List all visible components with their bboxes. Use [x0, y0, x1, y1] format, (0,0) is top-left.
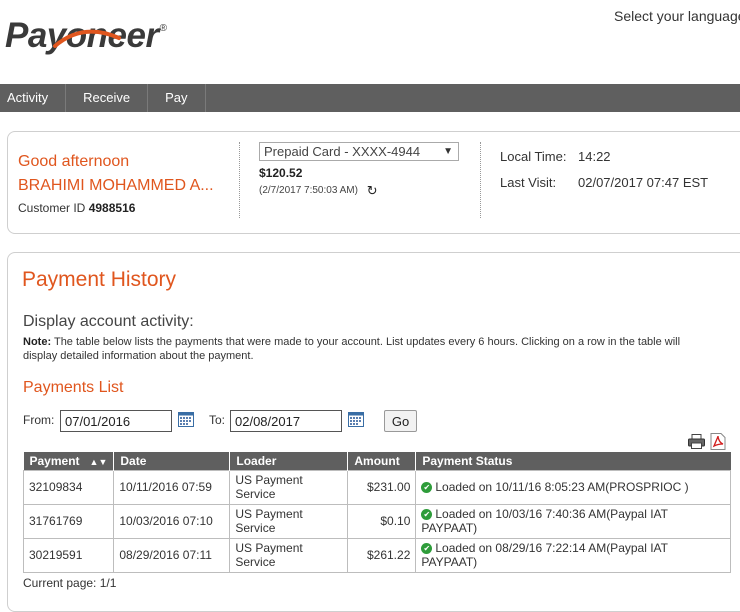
- column-header-payment[interactable]: Payment ▲▼: [23, 452, 115, 470]
- column-header-date[interactable]: Date: [113, 452, 231, 470]
- balance-timestamp: (2/7/2017 7:50:03 AM) ↻: [259, 183, 378, 199]
- nav-item-receive[interactable]: Receive: [66, 84, 149, 112]
- payment-status[interactable]: ✔ Loaded on 08/29/16 7:22:14 AM(Paypal IA…: [415, 537, 731, 573]
- payment-status[interactable]: ✔ Loaded on 10/11/16 8:05:23 AM(PROSPRIOC…: [415, 469, 731, 505]
- status-text: Loaded on 10/11/16 8:05:23 AM(PROSPRIOC …: [435, 480, 689, 494]
- local-time-label: Local Time:: [500, 149, 567, 164]
- section-subtitle: Display account activity:: [23, 313, 194, 330]
- card-balance: $120.52: [259, 166, 303, 180]
- payment-date[interactable]: 10/11/2016 07:59: [113, 469, 231, 505]
- customer-name: BRAHIMI MOHAMMED A...: [18, 177, 214, 194]
- local-time-value: 14:22: [578, 149, 611, 164]
- payments-list-title: Payments List: [23, 379, 124, 396]
- customer-id-value: 4988516: [88, 201, 136, 215]
- payment-amount[interactable]: $0.10: [347, 503, 417, 539]
- table-row[interactable]: 32109834 10/11/2016 07:59 US Payment Ser…: [22, 469, 731, 505]
- last-visit-label: Last Visit:: [500, 175, 557, 190]
- account-summary-panel: Good afternoon BRAHIMI MOHAMMED A... Cus…: [7, 131, 740, 234]
- page-title: Payment History: [22, 268, 177, 291]
- table-row[interactable]: 31761769 10/03/2016 07:10 US Payment Ser…: [22, 503, 731, 539]
- divider: [480, 142, 481, 218]
- payment-amount[interactable]: $231.00: [347, 469, 417, 505]
- language-selector[interactable]: Select your language: [614, 8, 740, 24]
- payment-loader[interactable]: US Payment Service: [229, 469, 349, 505]
- nav-item-pay[interactable]: Pay: [148, 84, 206, 112]
- payment-loader[interactable]: US Payment Service: [229, 537, 349, 573]
- payment-id[interactable]: 32109834: [22, 469, 115, 505]
- column-header-amount[interactable]: Amount: [347, 452, 417, 470]
- balance-time-text: (2/7/2017 7:50:03 AM): [259, 185, 358, 196]
- payment-id[interactable]: 31761769: [22, 503, 115, 539]
- status-text: Loaded on 10/03/16 7:40:36 AM(Paypal IAT…: [421, 507, 668, 535]
- main-nav: Activity Receive Pay: [0, 84, 740, 112]
- check-icon: ✔: [421, 509, 433, 520]
- to-date-input[interactable]: [230, 410, 342, 432]
- go-button[interactable]: Go: [384, 410, 417, 432]
- print-icon[interactable]: [688, 434, 705, 449]
- pdf-icon[interactable]: [710, 433, 726, 450]
- card-select-value: Prepaid Card - XXXX-4944: [264, 144, 421, 159]
- note-label: Note:: [23, 336, 52, 348]
- from-label: From:: [23, 413, 55, 427]
- calendar-icon[interactable]: [348, 411, 364, 427]
- status-text: Loaded on 08/29/16 7:22:14 AM(Paypal IAT…: [421, 541, 668, 569]
- payments-table: Payment ▲▼ Date Loader Amount Payment Sta…: [22, 452, 731, 573]
- payment-status[interactable]: ✔ Loaded on 10/03/16 7:40:36 AM(Paypal IA…: [415, 503, 731, 539]
- refresh-icon[interactable]: ↻: [367, 183, 378, 199]
- greeting-block: Good afternoon BRAHIMI MOHAMMED A...: [18, 150, 223, 198]
- from-date-input[interactable]: [60, 410, 172, 432]
- payment-date[interactable]: 10/03/2016 07:10: [113, 503, 231, 539]
- column-header-status[interactable]: Payment Status: [415, 452, 731, 470]
- payment-amount[interactable]: $261.22: [347, 537, 417, 573]
- current-page-indicator: Current page: 1/1: [23, 576, 117, 590]
- calendar-icon[interactable]: [178, 411, 194, 427]
- customer-id-label: Customer ID: [18, 201, 86, 215]
- nav-item-activity[interactable]: Activity: [0, 84, 67, 112]
- sort-icon: ▲▼: [89, 456, 108, 467]
- greeting-text: Good afternoon: [18, 153, 130, 170]
- last-visit-value: 02/07/2017 07:47 EST: [578, 175, 709, 190]
- check-icon: ✔: [421, 543, 433, 554]
- payment-id[interactable]: 30219591: [22, 537, 115, 573]
- dropdown-arrow-icon: ▼: [443, 146, 453, 157]
- table-row[interactable]: 30219591 08/29/2016 07:11 US Payment Ser…: [22, 537, 731, 573]
- card-select-dropdown[interactable]: Prepaid Card - XXXX-4944 ▼: [259, 142, 459, 161]
- payoneer-logo[interactable]: Payoneer®: [5, 18, 167, 53]
- divider: [239, 142, 240, 218]
- column-header-label: Payment: [29, 453, 80, 468]
- note-body: The table below lists the payments that …: [23, 336, 681, 362]
- payment-date[interactable]: 08/29/2016 07:11: [113, 537, 231, 573]
- customer-id: Customer ID 4988516: [18, 201, 135, 215]
- to-label: To:: [209, 413, 226, 427]
- note-text: Note: The table below lists the payments…: [23, 335, 713, 363]
- payment-loader[interactable]: US Payment Service: [229, 503, 349, 539]
- check-icon: ✔: [421, 482, 433, 493]
- column-header-loader[interactable]: Loader: [229, 452, 349, 470]
- logo-arc-icon: [53, 29, 121, 48]
- table-header-row: Payment ▲▼ Date Loader Amount Payment Sta…: [23, 452, 731, 470]
